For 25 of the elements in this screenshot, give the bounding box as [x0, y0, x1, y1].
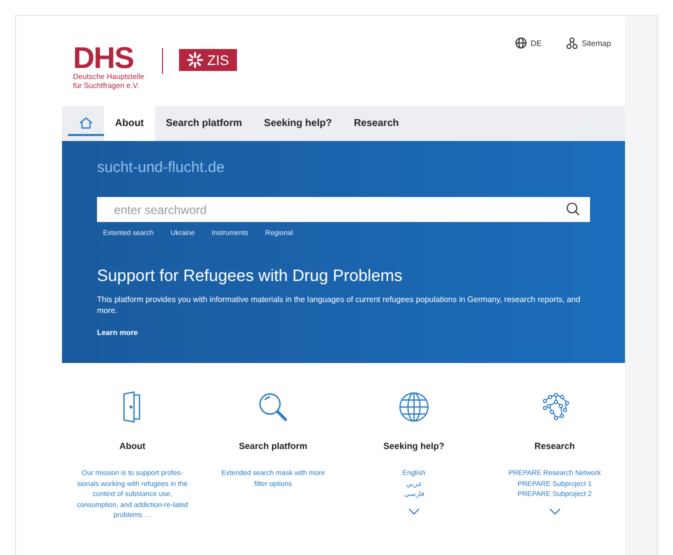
globe-icon: [514, 37, 527, 49]
sitemap-link[interactable]: Sitemap: [566, 37, 612, 49]
partner-logo[interactable]: ZIS: [179, 49, 238, 71]
globe-icon: [398, 391, 430, 423]
sparkle-icon: [187, 52, 204, 68]
card-title: Search platform: [238, 441, 308, 451]
card-title: Research: [534, 441, 575, 451]
home-icon: [78, 116, 94, 128]
hero-text: This platform provides you with informative materials in the languages of current refugees populations in Germany, research reports, and more.: [97, 294, 582, 316]
nav-tab[interactable]: Search platform: [154, 106, 254, 141]
chevron-down-icon[interactable]: [408, 508, 420, 514]
hero-heading: Support for Refugees with Drug Problems: [97, 267, 404, 286]
nav-tab[interactable]: Seeking help?: [253, 106, 343, 141]
sitemap-icon: [566, 37, 578, 49]
search-icon: [257, 391, 290, 423]
site-name: sucht-und-flucht.de: [97, 159, 226, 176]
card-title: Seeking help?: [383, 441, 444, 451]
nav-tab[interactable]: Research: [342, 106, 410, 141]
nav-tab[interactable]: About: [104, 106, 155, 141]
chevron-down-icon[interactable]: [548, 508, 561, 514]
language-link[interactable]: DE: [514, 37, 542, 49]
search-icon[interactable]: [566, 202, 580, 216]
door-icon: [123, 391, 142, 423]
search-field[interactable]: enter searchword: [97, 197, 590, 222]
card-title: About: [119, 441, 146, 451]
